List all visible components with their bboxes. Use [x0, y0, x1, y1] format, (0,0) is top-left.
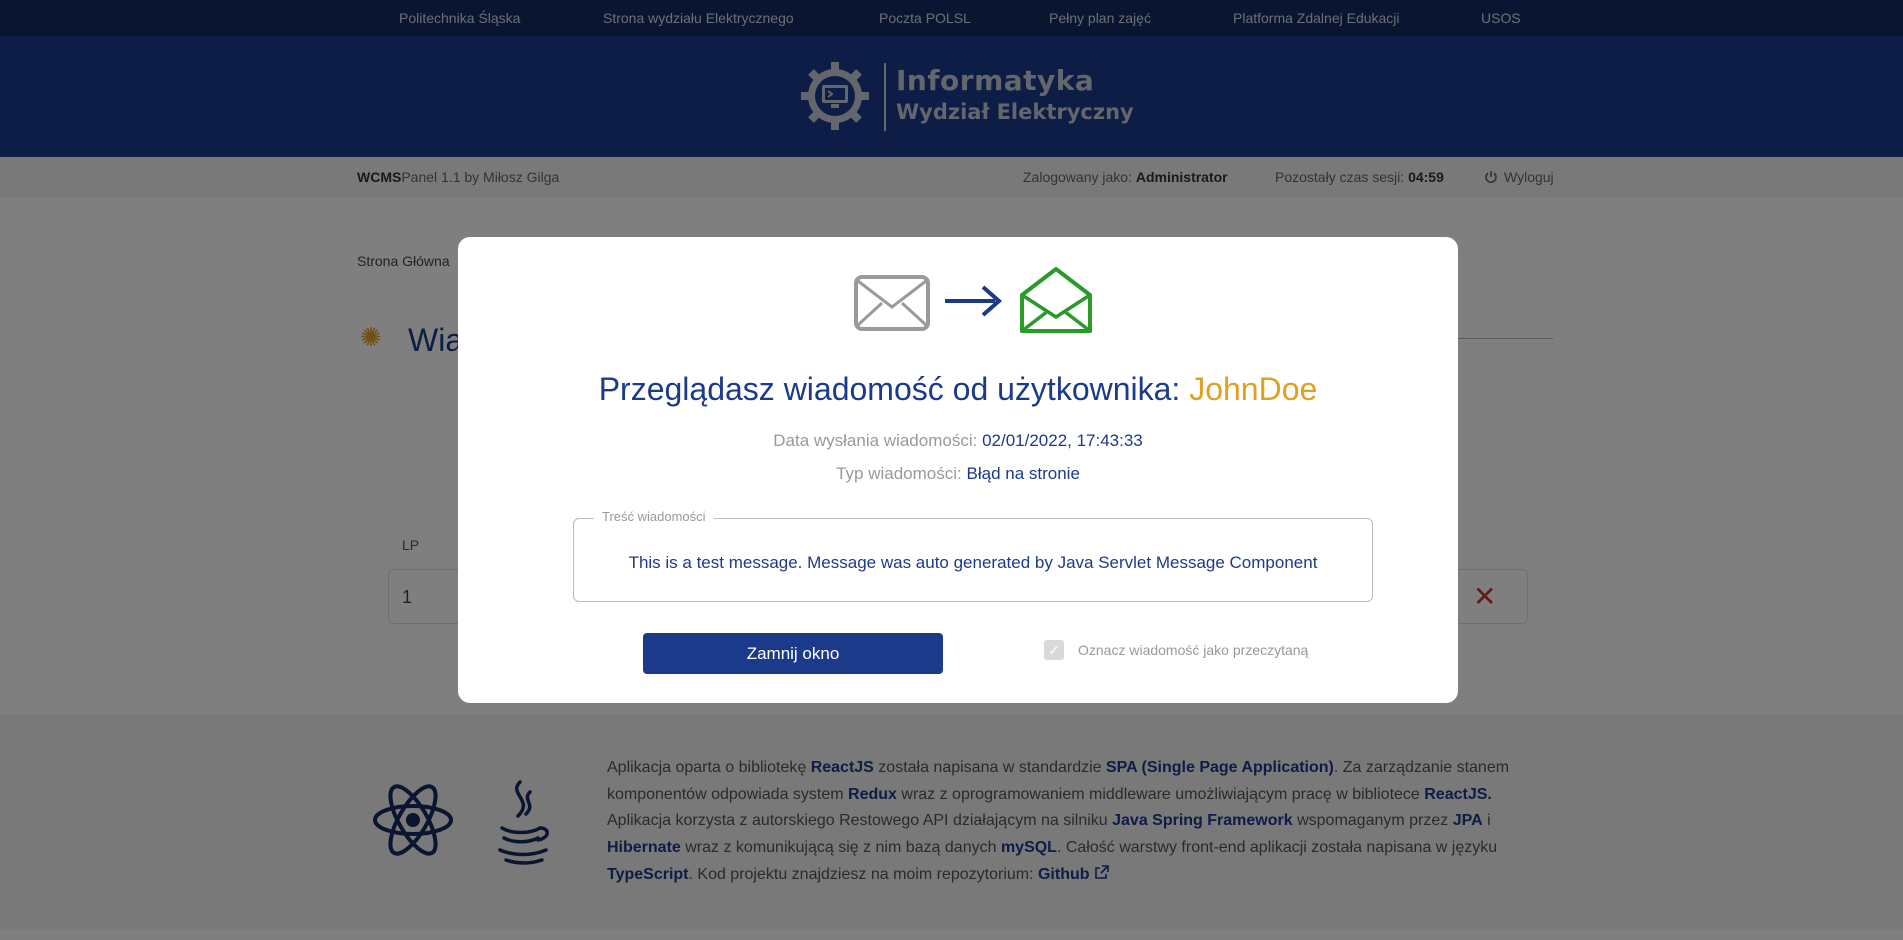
- close-window-button[interactable]: Zamnij okno: [643, 633, 943, 674]
- message-modal: Przeglądasz wiadomość od użytkownika: Jo…: [458, 237, 1458, 703]
- modal-title: Przeglądasz wiadomość od użytkownika: Jo…: [458, 371, 1458, 408]
- send-date-label: Data wysłania wiadomości:: [773, 431, 978, 450]
- modal-title-prefix: Przeglądasz wiadomość od użytkownika:: [598, 371, 1181, 407]
- modal-sender: JohnDoe: [1189, 371, 1318, 407]
- message-content-box: Treść wiadomości This is a test message.…: [573, 509, 1373, 602]
- message-type-value: Błąd na stronie: [966, 464, 1080, 483]
- send-date-value: 02/01/2022, 17:43:33: [982, 431, 1143, 450]
- message-content: This is a test message. Message was auto…: [628, 553, 1318, 572]
- mark-as-read-label[interactable]: Oznacz wiadomość jako przeczytaną: [1078, 642, 1308, 658]
- mark-as-read-checkbox[interactable]: ✓: [1044, 640, 1064, 660]
- envelope-open-icon: [1020, 267, 1092, 333]
- message-type-line: Typ wiadomości: Błąd na stronie: [458, 464, 1458, 484]
- message-content-legend: Treść wiadomości: [594, 509, 714, 524]
- envelope-closed-icon: [854, 275, 930, 331]
- send-date-line: Data wysłania wiadomości: 02/01/2022, 17…: [458, 431, 1458, 451]
- arrow-right-icon: [945, 285, 1003, 317]
- message-type-label: Typ wiadomości:: [836, 464, 962, 483]
